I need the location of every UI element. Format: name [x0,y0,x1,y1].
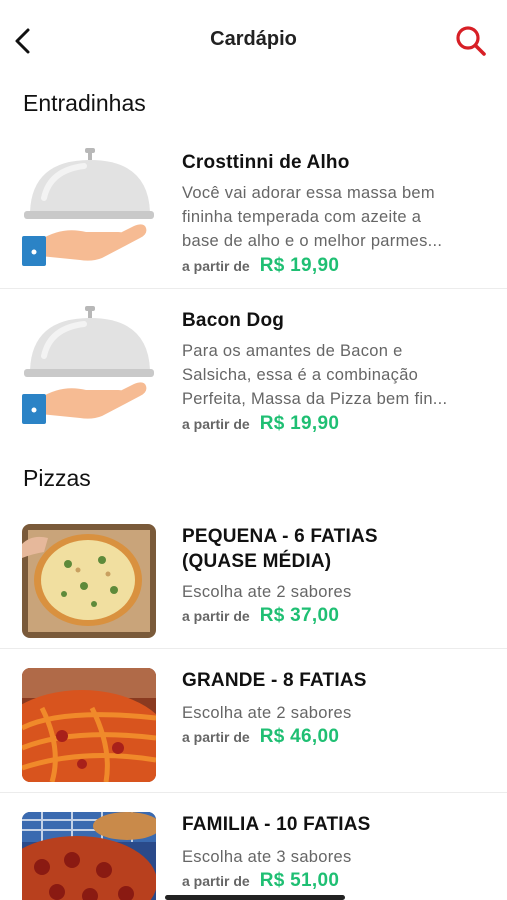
section-title-entradinhas: Entradinhas [23,90,146,116]
price-prefix: a partir de [182,729,250,745]
divider [0,792,507,793]
item-price: R$ 37,00 [259,605,340,626]
pizza-photo [22,668,156,782]
price-prefix: a partir de [182,873,250,889]
price-row: a partir de R$ 37,00 [182,605,339,627]
price-prefix: a partir de [182,416,250,432]
cloche-serving-icon [22,306,156,431]
item-name: GRANDE - 8 FATIAS [182,670,367,691]
menu-item[interactable]: Crosttinni de Alho Você vai adorar essa … [0,140,507,288]
item-price: R$ 19,90 [259,413,340,434]
item-description: Você vai adorar essa massa bem fininha t… [182,184,443,250]
price-row: a partir de R$ 46,00 [182,726,339,748]
search-icon [456,26,486,56]
item-description: Escolha ate 2 sabores [182,704,352,722]
price-row: a partir de R$ 51,00 [182,870,339,892]
menu-item[interactable]: Bacon Dog Para os amantes de Bacon e Sal… [0,298,507,446]
divider [0,648,507,649]
item-name: Bacon Dog [182,310,285,331]
menu-item[interactable]: PEQUENA - 6 FATIAS (QUASE MÉDIA) Escolha… [0,512,507,648]
item-description: Para os amantes de Bacon e Salsicha, ess… [182,342,448,408]
item-description: Escolha ate 3 sabores [182,848,352,866]
search-button[interactable] [453,22,489,58]
price-prefix: a partir de [182,608,250,624]
divider [0,288,507,289]
menu-item[interactable]: GRANDE - 8 FATIAS Escolha ate 2 sabores … [0,656,507,792]
item-name: FAMILIA - 10 FATIAS [182,814,371,835]
price-row: a partir de R$ 19,90 [182,255,339,277]
page-title: Cardápio [210,28,297,50]
item-price: R$ 46,00 [259,726,340,747]
price-row: a partir de R$ 19,90 [182,413,339,435]
item-price: R$ 19,90 [259,255,340,276]
app-header: Cardápio [0,0,507,80]
item-name: Crosttinni de Alho [182,152,350,173]
item-name: PEQUENA - 6 FATIAS (QUASE MÉDIA) [182,526,378,572]
cloche-serving-icon [22,148,156,273]
home-indicator[interactable] [165,895,345,900]
item-description: Escolha ate 2 sabores [182,583,352,601]
menu-item[interactable]: FAMILIA - 10 FATIAS Escolha ate 3 sabore… [0,800,507,900]
pizza-photo [22,524,156,638]
section-title-pizzas: Pizzas [23,465,91,491]
pizza-photo [22,812,156,900]
price-prefix: a partir de [182,258,250,274]
item-price: R$ 51,00 [259,870,340,891]
